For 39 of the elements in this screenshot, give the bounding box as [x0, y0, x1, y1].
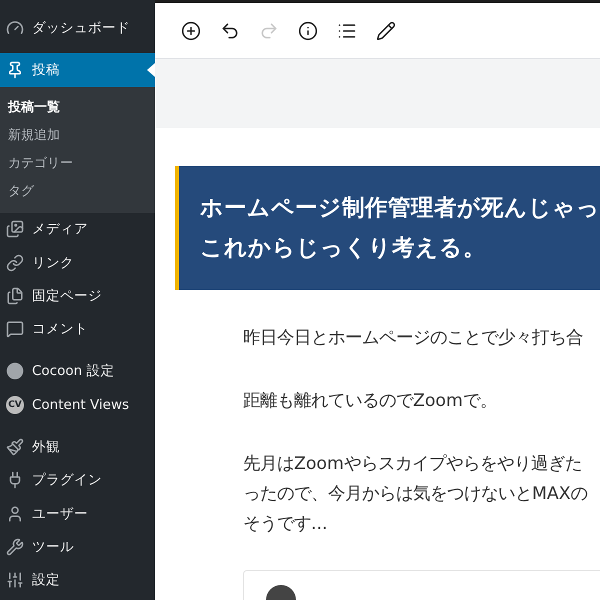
sidebar-item[interactable]: 投稿 [0, 53, 155, 87]
menu-icon [6, 538, 24, 556]
sidebar-item[interactable]: ダッシュボード [0, 11, 155, 44]
sidebar-item[interactable]: CV Content Views [0, 388, 155, 422]
paragraph-line: 昨日今日とホームページのことで少々打ち合 [243, 327, 584, 350]
menu-icon [6, 60, 24, 79]
sidebar-item[interactable]: 固定ページ [0, 279, 155, 312]
post-title-line: ホームページ制作管理者が死んじゃっ [200, 194, 600, 223]
menu-icon [6, 320, 24, 338]
sidebar-item[interactable]: プラグイン [0, 464, 155, 497]
paragraph-line: 先月はZoomやらスカイプやらをやり過ぎた [243, 453, 583, 476]
edit-tool-button[interactable] [375, 20, 397, 42]
submenu-item[interactable]: 新規追加 [0, 120, 155, 149]
sidebar-item[interactable]: Cocoon 設定 [0, 354, 155, 388]
menu-icon [6, 438, 24, 456]
add-block-button[interactable] [180, 20, 202, 42]
menu-icon [6, 504, 24, 523]
plugin-logo-icon: CV [6, 396, 24, 414]
menu-icon [6, 220, 24, 238]
menu-icon [6, 254, 24, 272]
paragraph-line: そうです... [243, 513, 328, 536]
sidebar-item[interactable]: コメント [0, 312, 155, 346]
sidebar-item[interactable]: ユーザー [0, 496, 155, 530]
sidebar-item[interactable]: リンク [0, 246, 155, 280]
sidebar-item[interactable]: メディア [0, 212, 155, 246]
info-button[interactable] [297, 20, 319, 42]
menu-icon [6, 18, 24, 37]
sidebar-item[interactable]: 設定 [0, 564, 155, 597]
menu-icon [6, 571, 24, 590]
sidebar-item[interactable]: ツール [0, 530, 155, 564]
paragraph-line: ったので、今月からは気をつけないとMAXの [243, 483, 589, 506]
submenu-item[interactable]: タグ [0, 176, 155, 205]
submenu-item[interactable]: カテゴリー [0, 148, 155, 177]
post-title-line: これからじっくり考える。 [200, 234, 487, 263]
sidebar-item[interactable]: 外観 [0, 430, 155, 464]
menu-icon [6, 286, 24, 305]
menu-icon [6, 362, 24, 380]
paragraph-line: 距離も離れているのでZoomで。 [243, 390, 498, 413]
submenu-item[interactable]: 投稿一覧 [0, 92, 155, 121]
